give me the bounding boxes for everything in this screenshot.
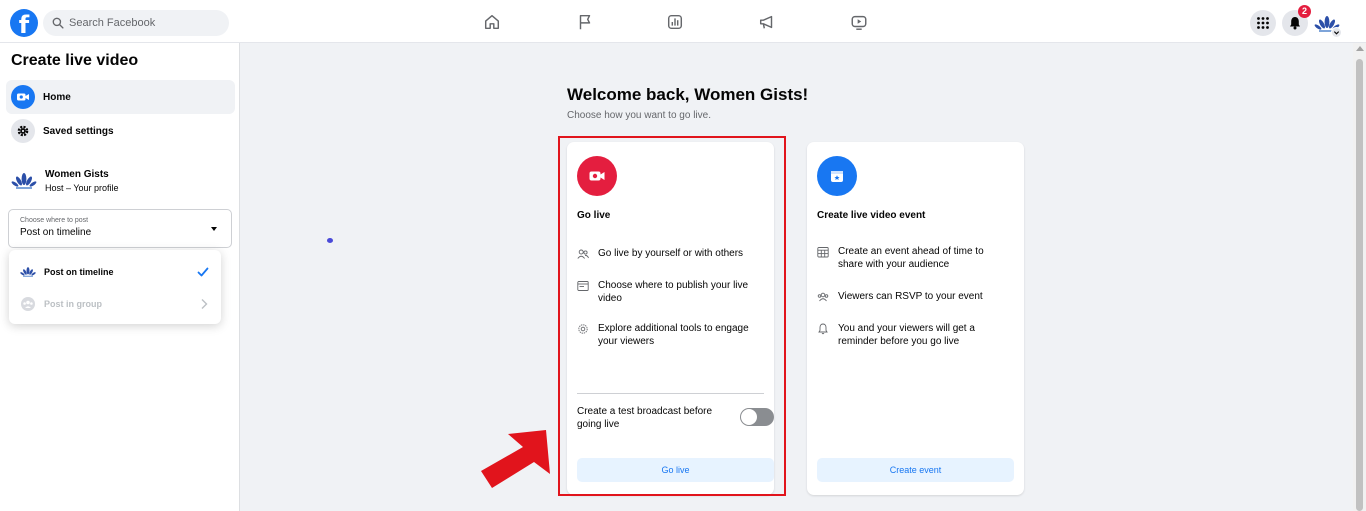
search-input[interactable] [69,17,219,29]
select-label: Choose where to post [20,217,89,224]
post-location-select[interactable]: Choose where to post Post on timeline [8,209,232,248]
feature-item: Create an event ahead of time to share w… [817,245,1007,271]
profile-subtitle: Host – Your profile [45,183,119,193]
sidebar-item-saved-settings[interactable]: Saved settings [6,114,235,148]
event-calendar-icon [817,156,857,196]
dropdown-option-timeline[interactable]: Post on timeline [9,257,221,287]
loading-dot [327,238,333,243]
group-icon [20,297,36,311]
host-profile: Women Gists Host – Your profile [10,167,119,195]
flag-icon[interactable] [575,12,595,32]
menu-grid-button[interactable] [1250,10,1276,36]
feature-text: Viewers can RSVP to your event [838,291,983,302]
arrow-pointer-icon [481,430,550,488]
search-box[interactable] [43,10,229,36]
sidebar-item-home[interactable]: Home [6,80,235,114]
welcome-heading: Welcome back, Women Gists! [567,85,809,104]
welcome-subtitle: Choose how you want to go live. [567,110,711,121]
chevron-down-icon [1333,31,1340,35]
calendar-icon [817,247,829,258]
megaphone-icon[interactable] [757,12,777,32]
bell-icon [818,323,828,335]
gear-icon [11,119,35,143]
checkmark-icon [197,267,209,277]
chevron-right-icon [201,299,208,309]
grid-icon [1257,17,1269,29]
dropdown-option-label: Post in group [44,299,102,309]
page-scrollbar[interactable] [1353,43,1366,511]
video-icon[interactable] [849,12,869,32]
sidebar-item-label: Saved settings [43,125,114,137]
post-location-dropdown: Post on timeline Post in group [9,250,221,324]
highlight-box [558,136,786,496]
feature-text: Create an event ahead of time to share w… [838,246,984,270]
group-icon [817,292,829,302]
search-icon [52,17,64,29]
caret-down-icon [211,227,217,231]
live-event-card[interactable]: Create live video event Create an event … [807,142,1024,495]
bell-icon [1290,17,1300,30]
lotus-logo-icon [11,173,37,189]
dropdown-option-label: Post on timeline [44,267,114,277]
home-icon[interactable] [482,12,502,32]
feature-text: You and your viewers will get a reminder… [838,323,975,347]
chart-icon[interactable] [665,12,685,32]
create-event-button[interactable]: Create event [817,458,1014,482]
facebook-logo-icon[interactable]: f [10,9,38,37]
notifications-button[interactable]: 2 [1282,5,1311,36]
page-title: Create live video [11,52,139,69]
sidebar: Create live video Home Saved settings Wo… [0,43,240,511]
select-value: Post on timeline [20,227,92,238]
scroll-up-arrow[interactable] [1356,46,1364,51]
account-menu-chevron[interactable] [1331,27,1342,38]
profile-name: Women Gists [45,169,109,180]
dropdown-option-group[interactable]: Post in group [9,289,221,319]
card-title: Create live video event [817,210,926,221]
scroll-thumb[interactable] [1356,59,1363,511]
lotus-logo-icon [20,265,36,279]
feature-item: Viewers can RSVP to your event [817,290,1007,303]
top-navigation-bar: f 2 [0,0,1366,43]
notification-badge: 2 [1298,5,1311,18]
feature-item: You and your viewers will get a reminder… [817,322,1007,348]
profile-avatar [10,167,38,195]
live-camera-icon [11,85,35,109]
sidebar-item-label: Home [43,91,71,103]
